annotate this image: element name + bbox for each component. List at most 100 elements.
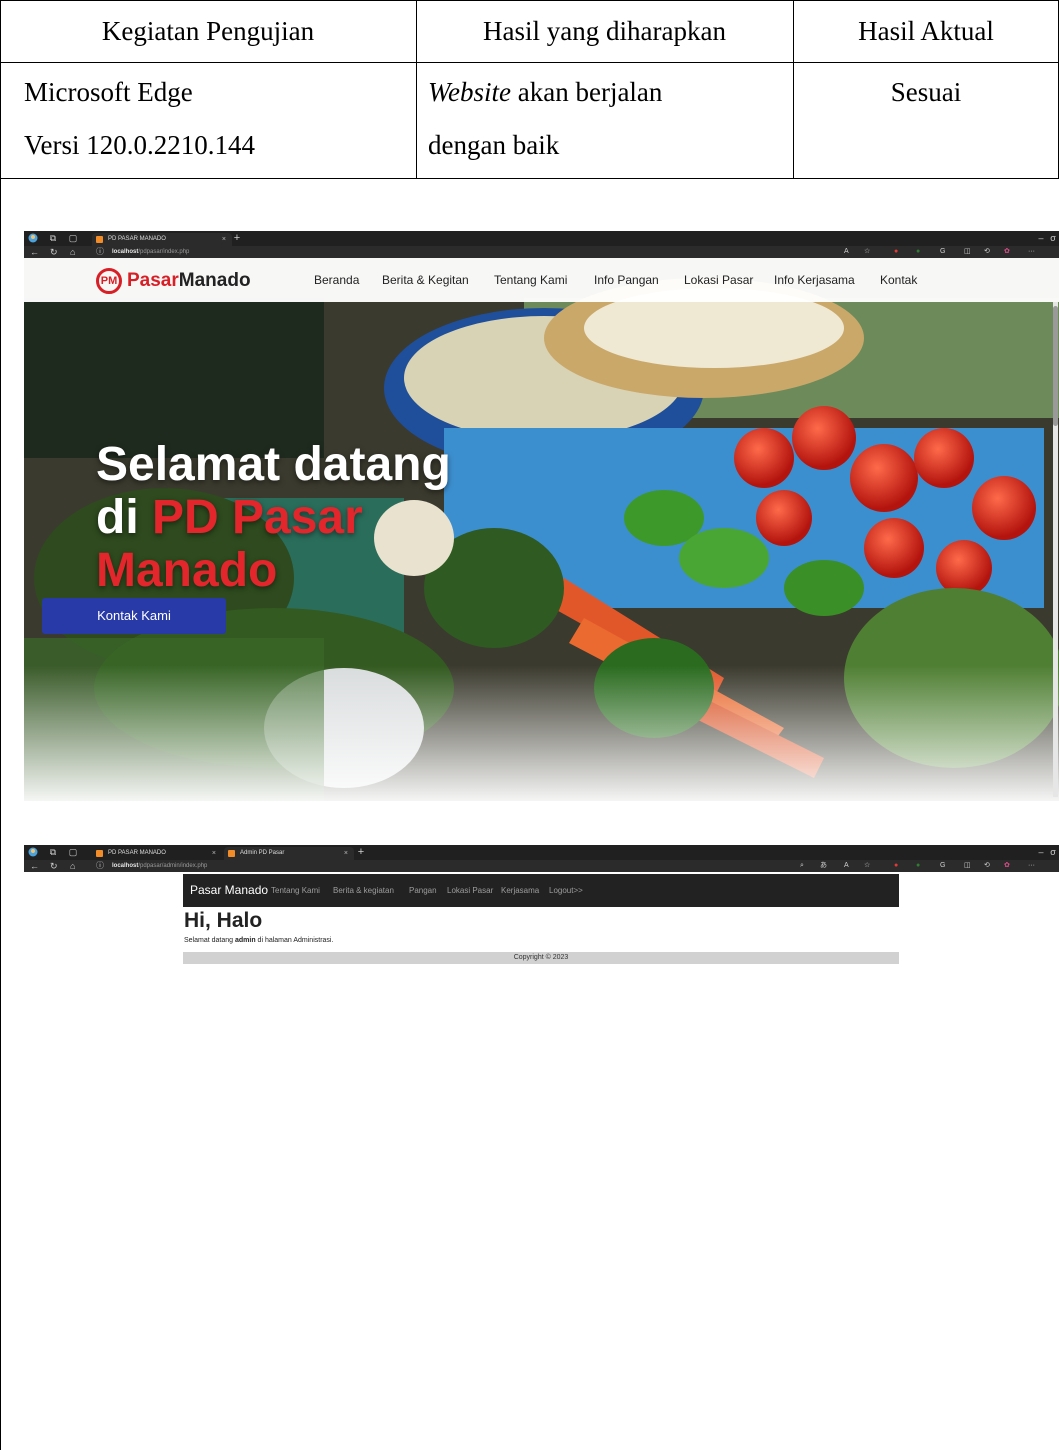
nav-berita-kegitan[interactable]: Berita & Kegitan: [382, 258, 469, 302]
address-bar: ← ↻ ⌂ ⓘ localhost/pdpasar/index.php A ☆ …: [24, 246, 1059, 258]
translate-icon[interactable]: あ: [820, 860, 827, 872]
favorite-icon[interactable]: ☆: [864, 860, 870, 872]
admin-nav-berita[interactable]: Berita & kegiatan: [333, 874, 394, 907]
extension-green-icon[interactable]: ●: [916, 246, 920, 258]
table-border-left: [0, 0, 1, 1450]
logo-icon[interactable]: PM: [96, 268, 122, 294]
tab-title: PD PASAR MANADO: [108, 236, 166, 242]
hero-line-3: Manado: [96, 544, 278, 597]
url-field[interactable]: localhost/pdpasar/admin/index.php: [112, 860, 207, 872]
url-path: /pdpasar/index.php: [138, 249, 190, 255]
history-icon[interactable]: ⟲: [984, 860, 990, 872]
more-icon[interactable]: ···: [1028, 246, 1035, 258]
tab-close-icon[interactable]: ×: [222, 233, 226, 246]
admin-footer: Copyright © 2023: [183, 952, 899, 964]
extension-red-icon[interactable]: ●: [894, 246, 898, 258]
nav-kontak[interactable]: Kontak: [880, 258, 917, 302]
header-harapan: Hasil yang diharapkan: [483, 16, 726, 46]
welcome-after: di halaman Administrasi.: [255, 937, 334, 944]
new-tab-icon[interactable]: +: [232, 233, 242, 244]
site-logo[interactable]: PasarManado: [127, 268, 251, 294]
edge-profile-icon[interactable]: [28, 233, 38, 243]
header-aktual: Hasil Aktual: [858, 16, 994, 46]
more-icon[interactable]: ···: [1028, 860, 1035, 872]
read-aloud-icon[interactable]: A: [844, 246, 849, 258]
harapan-line1: Website akan berjalan: [428, 68, 662, 116]
search-icon[interactable]: ⌕: [800, 860, 804, 872]
tab-pd-pasar[interactable]: PD PASAR MANADO ×: [92, 847, 222, 860]
page-scrollbar[interactable]: [1053, 302, 1058, 797]
home-icon[interactable]: ⌂: [70, 860, 75, 872]
new-tab-icon[interactable]: +: [356, 847, 366, 858]
admin-nav-kerjasama[interactable]: Kerjasama: [501, 874, 539, 907]
read-aloud-icon[interactable]: A: [844, 860, 849, 872]
restore-icon[interactable]: σ: [1048, 847, 1058, 857]
logo-part-1: Pasar: [127, 270, 179, 291]
admin-screenshot: ⧉ ▢ PD PASAR MANADO × Admin PD Pasar × +…: [24, 845, 1059, 1441]
extension-green-icon[interactable]: ●: [916, 860, 920, 872]
nav-lokasi-pasar[interactable]: Lokasi Pasar: [684, 258, 753, 302]
restore-icon[interactable]: σ: [1048, 233, 1058, 243]
nav-info-kerjasama[interactable]: Info Kerjasama: [774, 258, 855, 302]
browser-tab-strip: ⧉ ▢ PD PASAR MANADO × Admin PD Pasar × +…: [24, 845, 1059, 860]
kegiatan-line2: Versi 120.0.2210.144: [24, 130, 255, 160]
nav-tentang-kami[interactable]: Tentang Kami: [494, 258, 567, 302]
back-icon[interactable]: ←: [30, 860, 39, 872]
home-icon[interactable]: ⌂: [70, 246, 75, 258]
public-site-screenshot: ⧉ ▢ PD PASAR MANADO × + – σ ← ↻ ⌂ ⓘ loca…: [24, 231, 1059, 801]
admin-welcome-text: Selamat datang admin di halaman Administ…: [184, 936, 333, 946]
tab-pd-pasar[interactable]: PD PASAR MANADO ×: [92, 233, 232, 246]
nav-beranda[interactable]: Beranda: [314, 258, 359, 302]
tab-actions-icon[interactable]: ▢: [68, 847, 78, 857]
back-icon[interactable]: ←: [30, 246, 39, 258]
admin-brand[interactable]: Pasar Manado: [190, 874, 268, 907]
tab-actions-icon[interactable]: ▢: [68, 233, 78, 243]
workspaces-icon[interactable]: ⧉: [48, 847, 58, 857]
copilot-icon[interactable]: ✿: [1004, 246, 1010, 258]
contact-button[interactable]: Kontak Kami: [42, 598, 226, 634]
split-screen-icon[interactable]: ◫: [964, 860, 971, 872]
tab-close-icon[interactable]: ×: [212, 847, 216, 860]
admin-nav-pangan[interactable]: Pangan: [409, 874, 437, 907]
admin-nav-logout[interactable]: Logout>>: [549, 874, 583, 907]
harapan-rest: akan berjalan: [511, 77, 663, 107]
tab-admin[interactable]: Admin PD Pasar ×: [224, 847, 354, 860]
minimize-icon[interactable]: –: [1036, 847, 1046, 857]
admin-nav-lokasi-pasar[interactable]: Lokasi Pasar: [447, 874, 493, 907]
public-site-viewport: PM PasarManado Beranda Berita & Kegitan …: [24, 258, 1059, 801]
harapan-line2: dengan baik: [428, 130, 560, 160]
url-field[interactable]: localhost/pdpasar/index.php: [112, 246, 189, 258]
hero-line-1: Selamat datang: [96, 438, 451, 491]
scrollbar-thumb[interactable]: [1053, 306, 1058, 426]
url-path: /pdpasar/admin/index.php: [138, 863, 208, 869]
address-bar: ← ↻ ⌂ ⓘ localhost/pdpasar/admin/index.ph…: [24, 860, 1059, 872]
hero-line-2b: PD Pasar: [152, 491, 363, 544]
admin-nav-tentang-kami[interactable]: Tentang Kami: [271, 874, 320, 907]
workspaces-icon[interactable]: ⧉: [48, 233, 58, 243]
tab-close-icon[interactable]: ×: [344, 847, 348, 860]
copilot-icon[interactable]: ✿: [1004, 860, 1010, 872]
edge-profile-icon[interactable]: [28, 847, 38, 857]
info-icon[interactable]: ⓘ: [96, 246, 104, 258]
table-border-top: [0, 0, 1059, 1]
info-icon[interactable]: ⓘ: [96, 860, 104, 872]
harapan-italic: Website: [428, 77, 511, 107]
split-screen-icon[interactable]: ◫: [964, 246, 971, 258]
nav-info-pangan[interactable]: Info Pangan: [594, 258, 659, 302]
minimize-icon[interactable]: –: [1036, 233, 1046, 243]
extensions-icon[interactable]: G: [940, 860, 945, 872]
extensions-icon[interactable]: G: [940, 246, 945, 258]
refresh-icon[interactable]: ↻: [50, 860, 58, 872]
welcome-bold: admin: [234, 937, 256, 944]
url-host: localhost: [112, 249, 139, 255]
history-icon[interactable]: ⟲: [984, 246, 990, 258]
favorite-icon[interactable]: ☆: [864, 246, 870, 258]
table-header-divider: [0, 62, 1059, 63]
kegiatan-line1: Microsoft Edge: [24, 77, 193, 107]
extension-red-icon[interactable]: ●: [894, 860, 898, 872]
welcome-before: Selamat datang: [184, 937, 235, 944]
table-row-divider: [0, 178, 1059, 179]
refresh-icon[interactable]: ↻: [50, 246, 58, 258]
admin-greeting: Hi, Halo: [184, 909, 263, 932]
hero-line-2: di PD Pasar: [96, 491, 451, 544]
